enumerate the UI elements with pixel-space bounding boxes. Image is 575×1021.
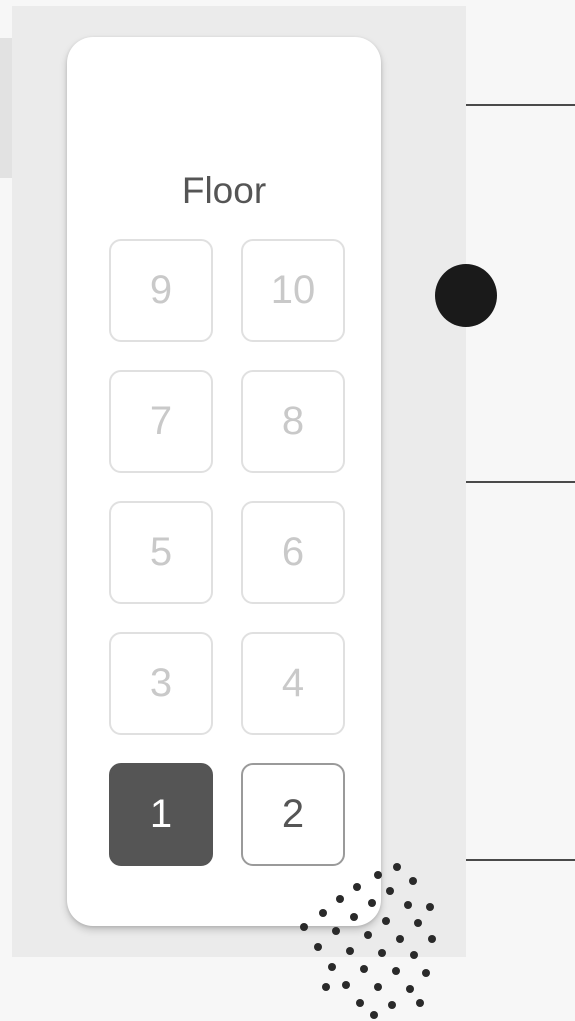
floor-button-7[interactable]: 7 [109, 370, 213, 473]
elevator-position-marker-icon [435, 264, 497, 327]
floor-button-2[interactable]: 2 [241, 763, 345, 866]
dot-pattern-icon [300, 863, 436, 1019]
left-edge-strip [0, 38, 12, 178]
level-divider-line [466, 481, 575, 483]
floor-button-4[interactable]: 4 [241, 632, 345, 735]
floor-button-10[interactable]: 10 [241, 239, 345, 342]
level-divider-line [466, 859, 575, 861]
floor-selector-panel: Floor 9 10 7 8 5 6 3 4 1 2 [67, 37, 381, 926]
floor-button-5[interactable]: 5 [109, 501, 213, 604]
floor-button-3[interactable]: 3 [109, 632, 213, 735]
floor-button-9[interactable]: 9 [109, 239, 213, 342]
level-divider-line [466, 104, 575, 106]
floor-button-8[interactable]: 8 [241, 370, 345, 473]
panel-title: Floor [181, 170, 267, 211]
floor-button-6[interactable]: 6 [241, 501, 345, 604]
floor-button-1[interactable]: 1 [109, 763, 213, 866]
